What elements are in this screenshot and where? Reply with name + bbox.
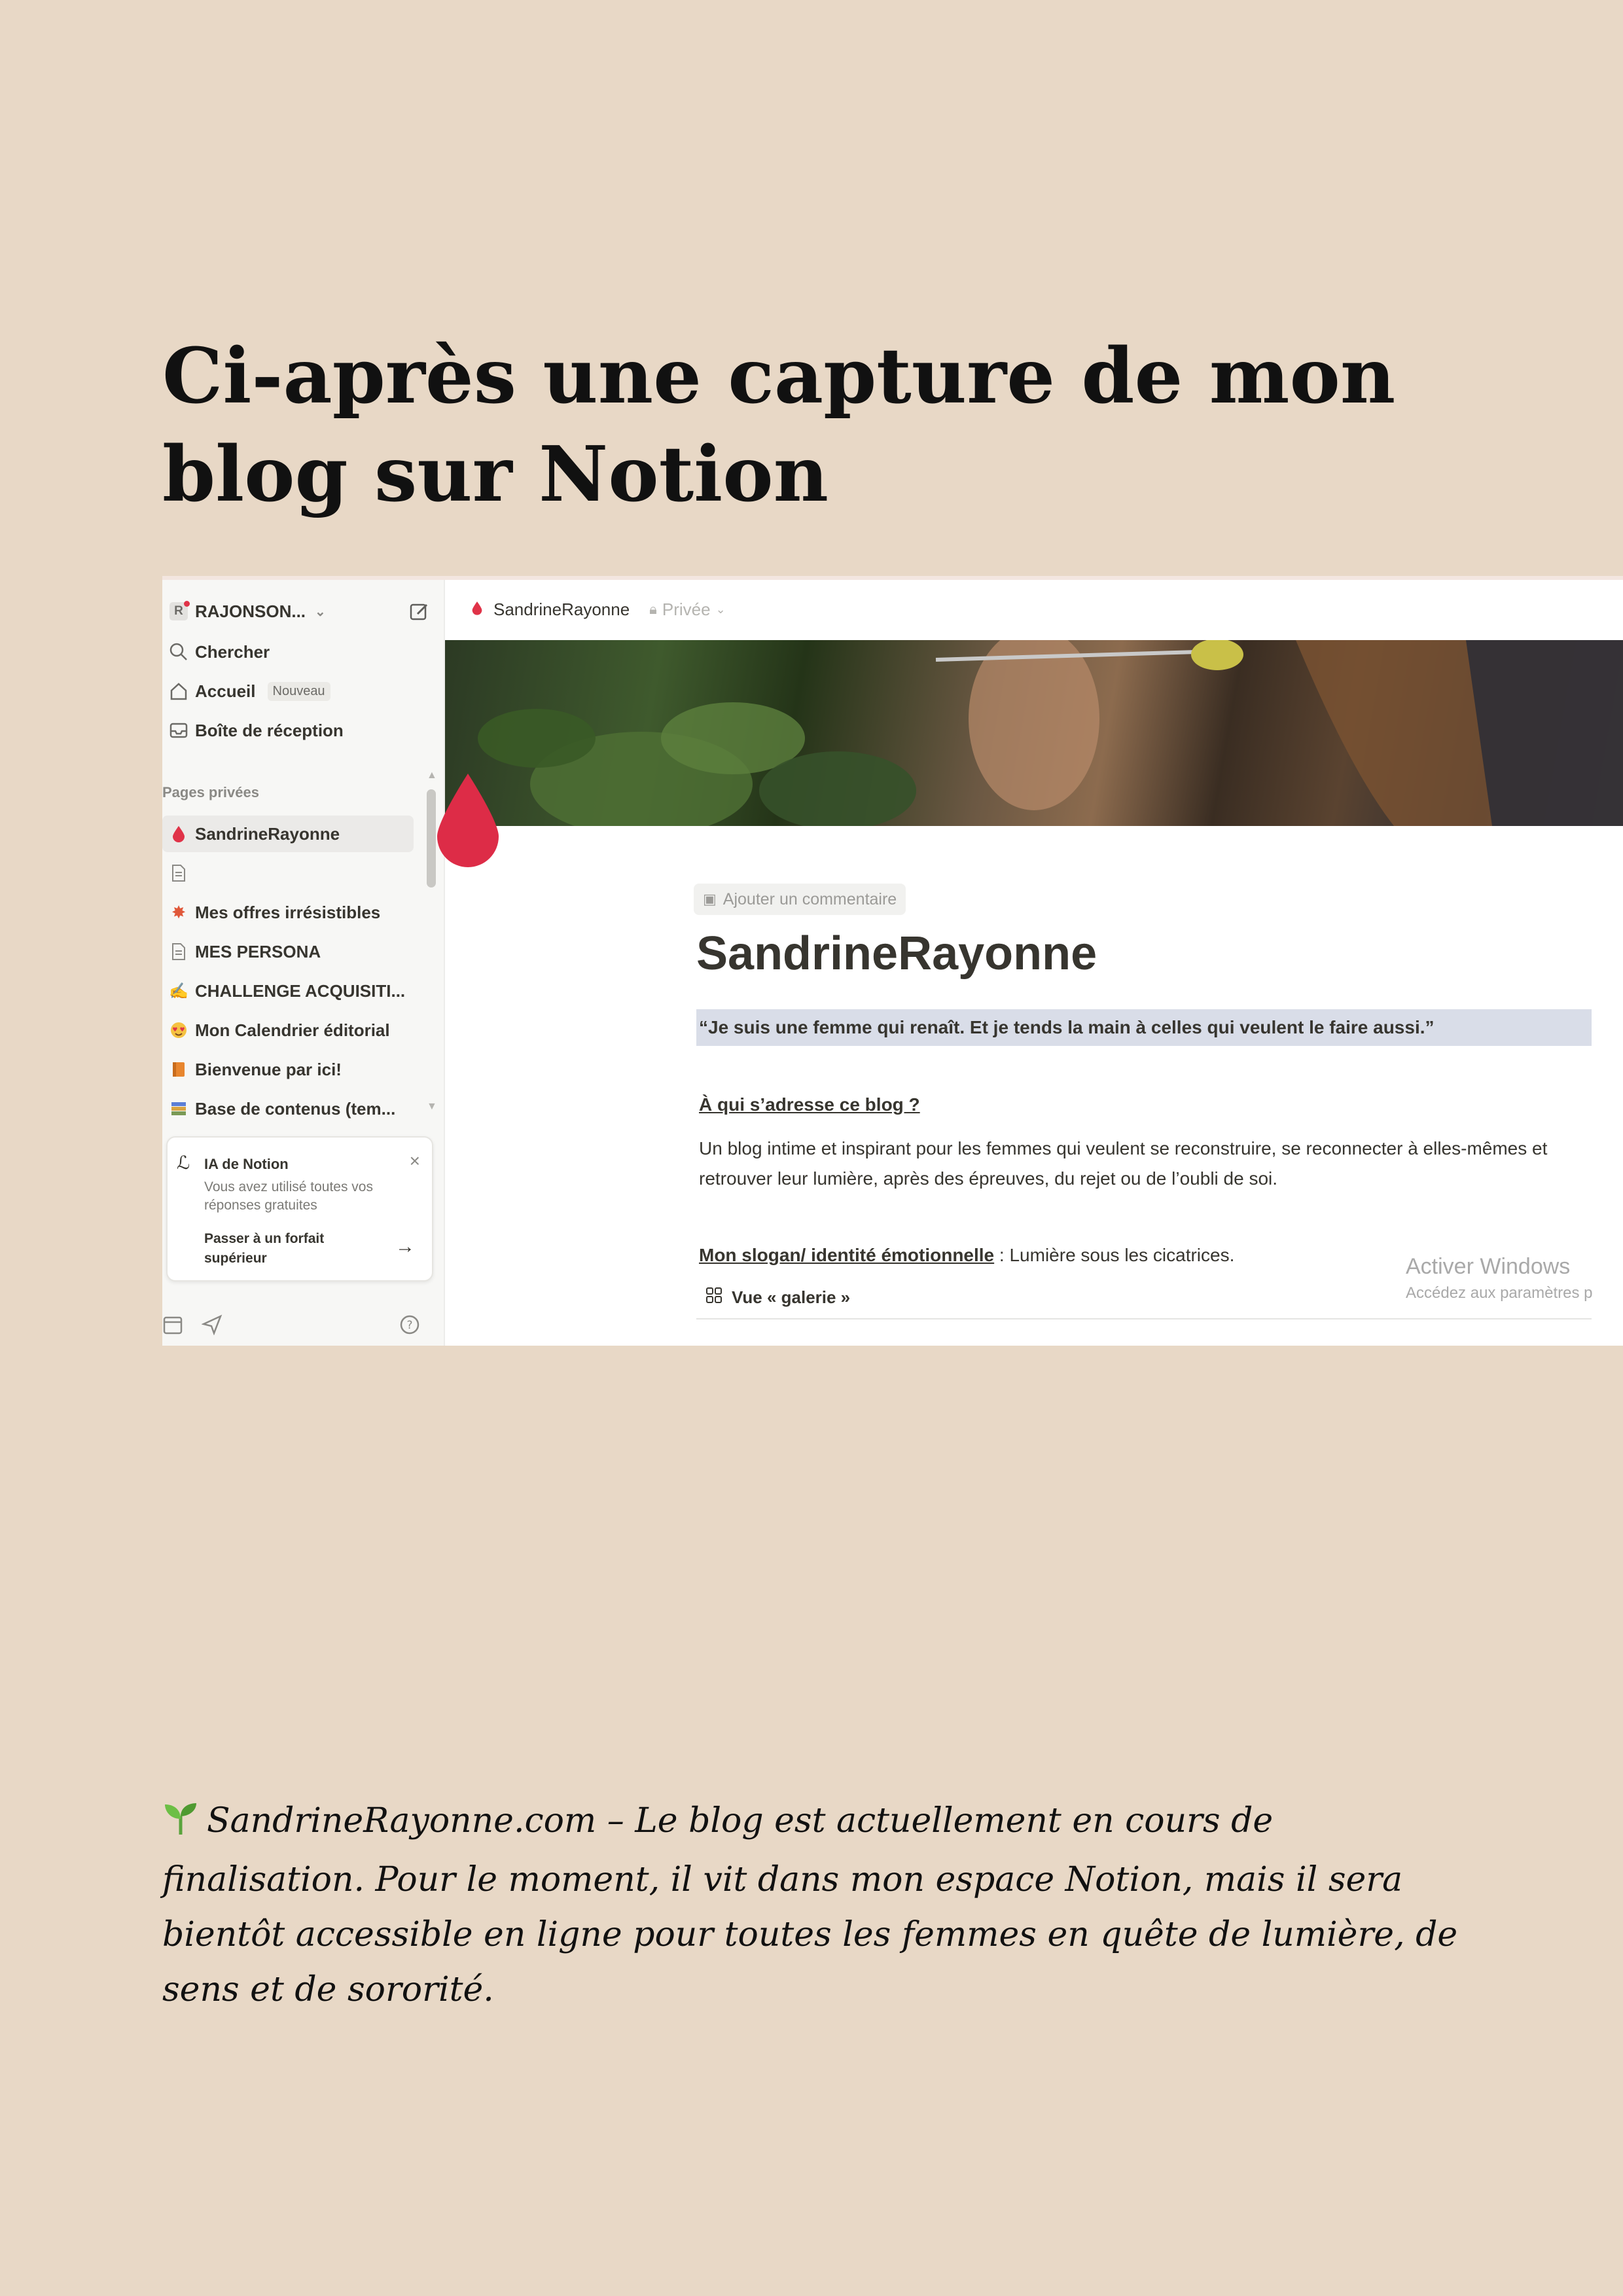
book-icon (162, 1060, 195, 1079)
divider (696, 1318, 1592, 1319)
grid-icon (705, 1287, 722, 1308)
notion-screenshot: R RAJONSON... ⌄ Chercher Accueil Nouveau (162, 576, 1623, 1346)
page-icon (162, 864, 195, 882)
sidebar-item-label: Boîte de réception (195, 720, 344, 740)
sidebar-page-offres[interactable]: ✸ Mes offres irrésistibles (162, 894, 431, 931)
windows-watermark-title: Activer Windows (1406, 1254, 1571, 1279)
sidebar: R RAJONSON... ⌄ Chercher Accueil Nouveau (162, 580, 445, 1346)
sidebar-page-challenge[interactable]: ✍ CHALLENGE ACQUISITI... (162, 973, 431, 1009)
notion-ai-card: ℒ IA de Notion Vous avez utilisé toutes … (166, 1136, 433, 1282)
sidebar-item-home[interactable]: Accueil Nouveau (162, 673, 431, 709)
lock-icon: 🔒︎ (649, 601, 657, 617)
sidebar-bottom-bar: ? (162, 1312, 437, 1340)
sidebar-item-label: Base de contenus (tem... (195, 1098, 396, 1119)
ai-card-text: Vous avez utilisé toutes vos réponses gr… (204, 1179, 373, 1213)
comment-icon: ▣ (703, 891, 717, 907)
sidebar-item-label: Chercher (195, 641, 270, 662)
sidebar-item-label: Mon Calendrier éditorial (195, 1020, 390, 1040)
cover-image[interactable] (445, 640, 1623, 826)
workspace-switcher[interactable]: R RAJONSON... ⌄ (162, 593, 431, 630)
chevron-down-icon[interactable]: ⌄ (716, 603, 726, 617)
private-pages-label: Pages privées (162, 784, 259, 800)
sidebar-item-inbox[interactable]: Boîte de réception (162, 712, 431, 749)
notification-dot (184, 601, 190, 607)
heart-eyes-icon: ♥ ♥ (162, 1022, 195, 1039)
chevron-down-icon[interactable]: ⌄ (315, 603, 326, 620)
arrow-right-icon[interactable]: → (395, 1236, 415, 1258)
gallery-view-label: Vue « galerie » (732, 1287, 851, 1307)
audience-text[interactable]: Un blog intime et inspirant pour les fem… (699, 1134, 1615, 1194)
page-heading: Ci-après une capture de mon blog sur Not… (162, 332, 1396, 519)
sprout-icon (162, 1797, 199, 1852)
sidebar-item-label: MES PERSONA (195, 941, 321, 961)
svg-text:?: ? (406, 1319, 412, 1332)
drop-icon (471, 600, 483, 620)
slogan-label: Mon slogan/ identité émotionnelle (699, 1245, 995, 1265)
home-icon (162, 681, 195, 701)
quote-block[interactable]: “Je suis une femme qui renaît. Et je ten… (696, 1009, 1592, 1046)
pen-icon: ✍ (169, 982, 188, 1000)
sidebar-page-persona[interactable]: MES PERSONA (162, 933, 431, 970)
burst-icon: ✸ (171, 903, 186, 922)
sidebar-item-label: SandrineRayonne (195, 823, 340, 844)
sidebar-page-untitled[interactable] (162, 855, 431, 891)
new-page-icon[interactable] (408, 601, 431, 628)
sidebar-item-label: Mes offres irrésistibles (195, 902, 381, 922)
slogan-line[interactable]: Mon slogan/ identité émotionnelle : Lumi… (699, 1245, 1234, 1266)
sidebar-item-search[interactable]: Chercher (162, 634, 431, 670)
calendar-icon[interactable] (162, 1314, 183, 1338)
sidebar-item-label: CHALLENGE ACQUISITI... (195, 980, 406, 1001)
ai-icon: ℒ (177, 1153, 190, 1173)
privacy-label[interactable]: Privée (662, 600, 711, 620)
inbox-icon (162, 721, 195, 740)
page-title[interactable]: SandrineRayonne (696, 927, 1097, 980)
help-icon[interactable]: ? (399, 1314, 420, 1338)
svg-text:♥ ♥: ♥ ♥ (172, 1027, 185, 1033)
add-comment-label: Ajouter un commentaire (722, 889, 897, 908)
slogan-value: : Lumière sous les cicatrices. (994, 1245, 1235, 1265)
sidebar-page-base[interactable]: Base de contenus (tem... (162, 1090, 431, 1127)
breadcrumb-page[interactable]: SandrineRayonne (493, 600, 630, 620)
books-icon (162, 1100, 195, 1117)
sidebar-page-calendrier[interactable]: ♥ ♥ Mon Calendrier éditorial (162, 1012, 431, 1049)
ai-card-title: IA de Notion (204, 1156, 289, 1172)
scroll-down-arrow[interactable]: ▼ (427, 1101, 437, 1113)
add-comment-button[interactable]: ▣ Ajouter un commentaire (694, 884, 906, 915)
workspace-name: RAJONSON... (195, 601, 306, 621)
page-drop-icon[interactable] (432, 770, 504, 871)
upgrade-link[interactable]: Passer à un forfait supérieur (204, 1229, 348, 1268)
gallery-view-tab[interactable]: Vue « galerie » (705, 1287, 850, 1308)
workspace-avatar: R (162, 601, 195, 620)
page-topbar: SandrineRayonne 🔒︎ Privée ⌄ (445, 580, 1623, 639)
close-icon[interactable]: × (410, 1151, 420, 1172)
search-icon (162, 642, 195, 662)
windows-watermark-subtitle: Accédez aux paramètres p (1406, 1284, 1593, 1302)
footer-note: SandrineRayonne.com – Le blog est actuel… (162, 1793, 1471, 2017)
sidebar-item-label: Accueil (195, 681, 256, 701)
sidebar-page-bienvenue[interactable]: Bienvenue par ici! (162, 1051, 431, 1088)
new-badge: Nouveau (267, 681, 330, 701)
sidebar-item-label: Bienvenue par ici! (195, 1059, 342, 1079)
audience-heading[interactable]: À qui s’adresse ce blog ? (699, 1094, 920, 1115)
page-icon (162, 942, 195, 961)
sidebar-page-sandrinerayonne[interactable]: SandrineRayonne (162, 816, 414, 852)
drop-icon (162, 825, 195, 842)
footer-note-text: SandrineRayonne.com – Le blog est actuel… (162, 1801, 1458, 2009)
send-icon[interactable] (201, 1314, 223, 1338)
